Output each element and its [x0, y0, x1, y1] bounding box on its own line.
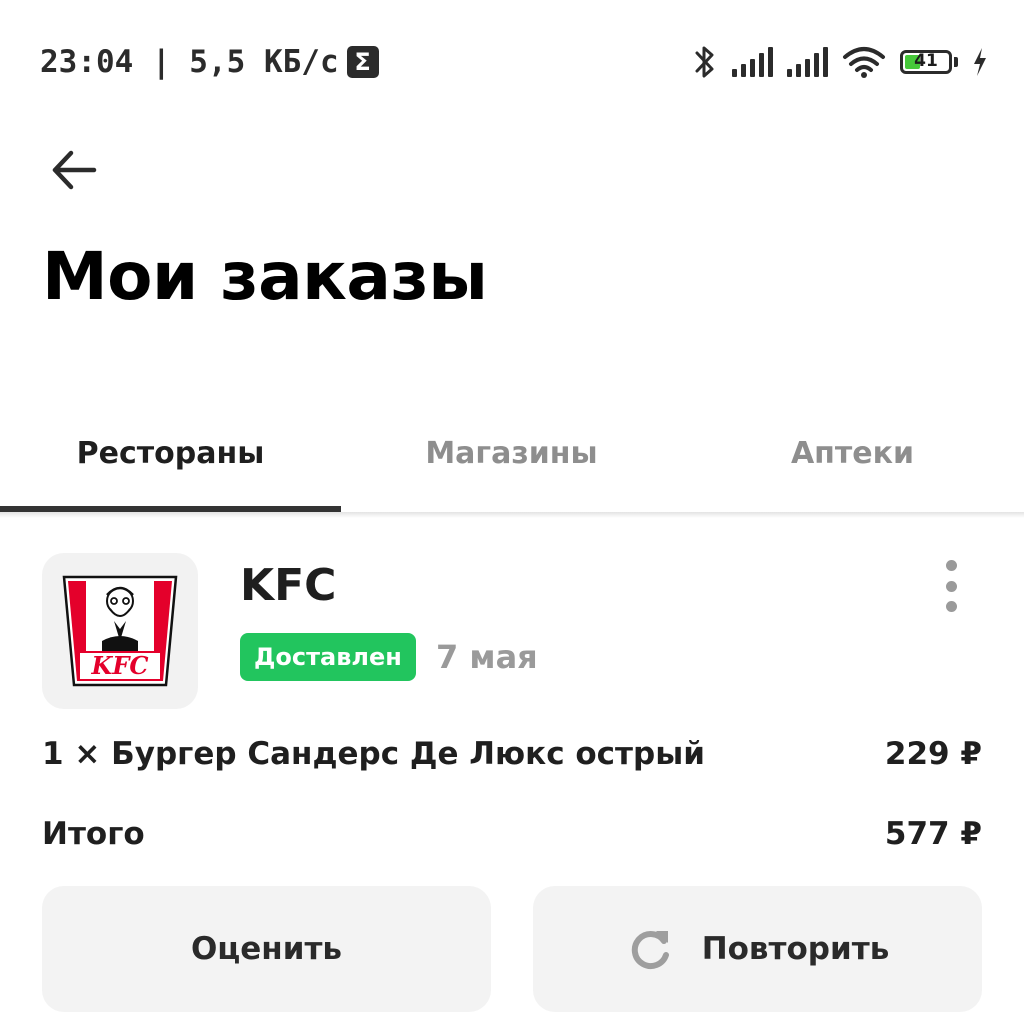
- kfc-logo-icon: KFC: [62, 575, 178, 687]
- restaurant-name[interactable]: KFC: [240, 560, 336, 611]
- order-item-text: 1 × Бургер Сандерс Де Люкс острый: [42, 736, 705, 772]
- more-options-button[interactable]: [930, 560, 972, 612]
- back-arrow-icon: [52, 150, 97, 190]
- rate-button-label: Оценить: [190, 931, 343, 967]
- total-label: Итого: [42, 816, 145, 852]
- status-bar: 23:04 | 5,5 КБ/с Σ 41: [0, 0, 1024, 120]
- signal-icon: [732, 47, 773, 77]
- refresh-icon: [631, 931, 669, 970]
- order-item-row: 1 × Бургер Сандерс Де Люкс острый 229 ₽: [42, 730, 982, 778]
- battery-level: 41: [914, 51, 938, 71]
- signal-icon: [787, 47, 828, 77]
- tab-restaurants[interactable]: Рестораны: [0, 410, 341, 496]
- tabs-bar: Рестораны Магазины Аптеки: [0, 410, 1024, 512]
- rate-button[interactable]: Оценить: [42, 886, 491, 1012]
- more-dot: [945, 601, 957, 612]
- tab-pharmacies[interactable]: Аптеки: [682, 410, 1023, 496]
- total-value: 577 ₽: [884, 816, 982, 852]
- page-title: Мои заказы: [42, 238, 488, 315]
- more-dot: [945, 580, 957, 592]
- more-dot: [945, 560, 957, 571]
- order-item-price: 229 ₽: [884, 736, 982, 772]
- battery-cap: [954, 57, 958, 67]
- battery-body: 41: [900, 50, 952, 74]
- charging-icon: [974, 48, 986, 76]
- battery-icon: 41: [900, 50, 958, 74]
- status-right: 41: [692, 40, 988, 84]
- kfc-logo-text: KFC: [91, 651, 149, 680]
- time-network-speed: 23:04 | 5,5 КБ/с: [40, 44, 339, 80]
- back-button[interactable]: [44, 140, 104, 200]
- wifi-icon: [843, 47, 885, 78]
- bluetooth-icon: [695, 46, 714, 78]
- status-left: 23:04 | 5,5 КБ/с Σ: [40, 42, 379, 82]
- repeat-button-label: Повторить: [701, 931, 890, 967]
- status-badge: Доставлен: [240, 633, 416, 681]
- tab-shops[interactable]: Магазины: [341, 410, 682, 496]
- order-date: 7 мая: [436, 638, 538, 676]
- sigma-icon: Σ: [346, 46, 379, 78]
- repeat-button[interactable]: Повторить: [533, 886, 982, 1012]
- restaurant-logo[interactable]: KFC: [42, 553, 198, 709]
- order-total-row: Итого 577 ₽: [42, 810, 982, 858]
- orders-screen: 23:04 | 5,5 КБ/с Σ 41 Мои заказы Рестора…: [0, 0, 1024, 1024]
- tabs-divider: [0, 512, 1024, 518]
